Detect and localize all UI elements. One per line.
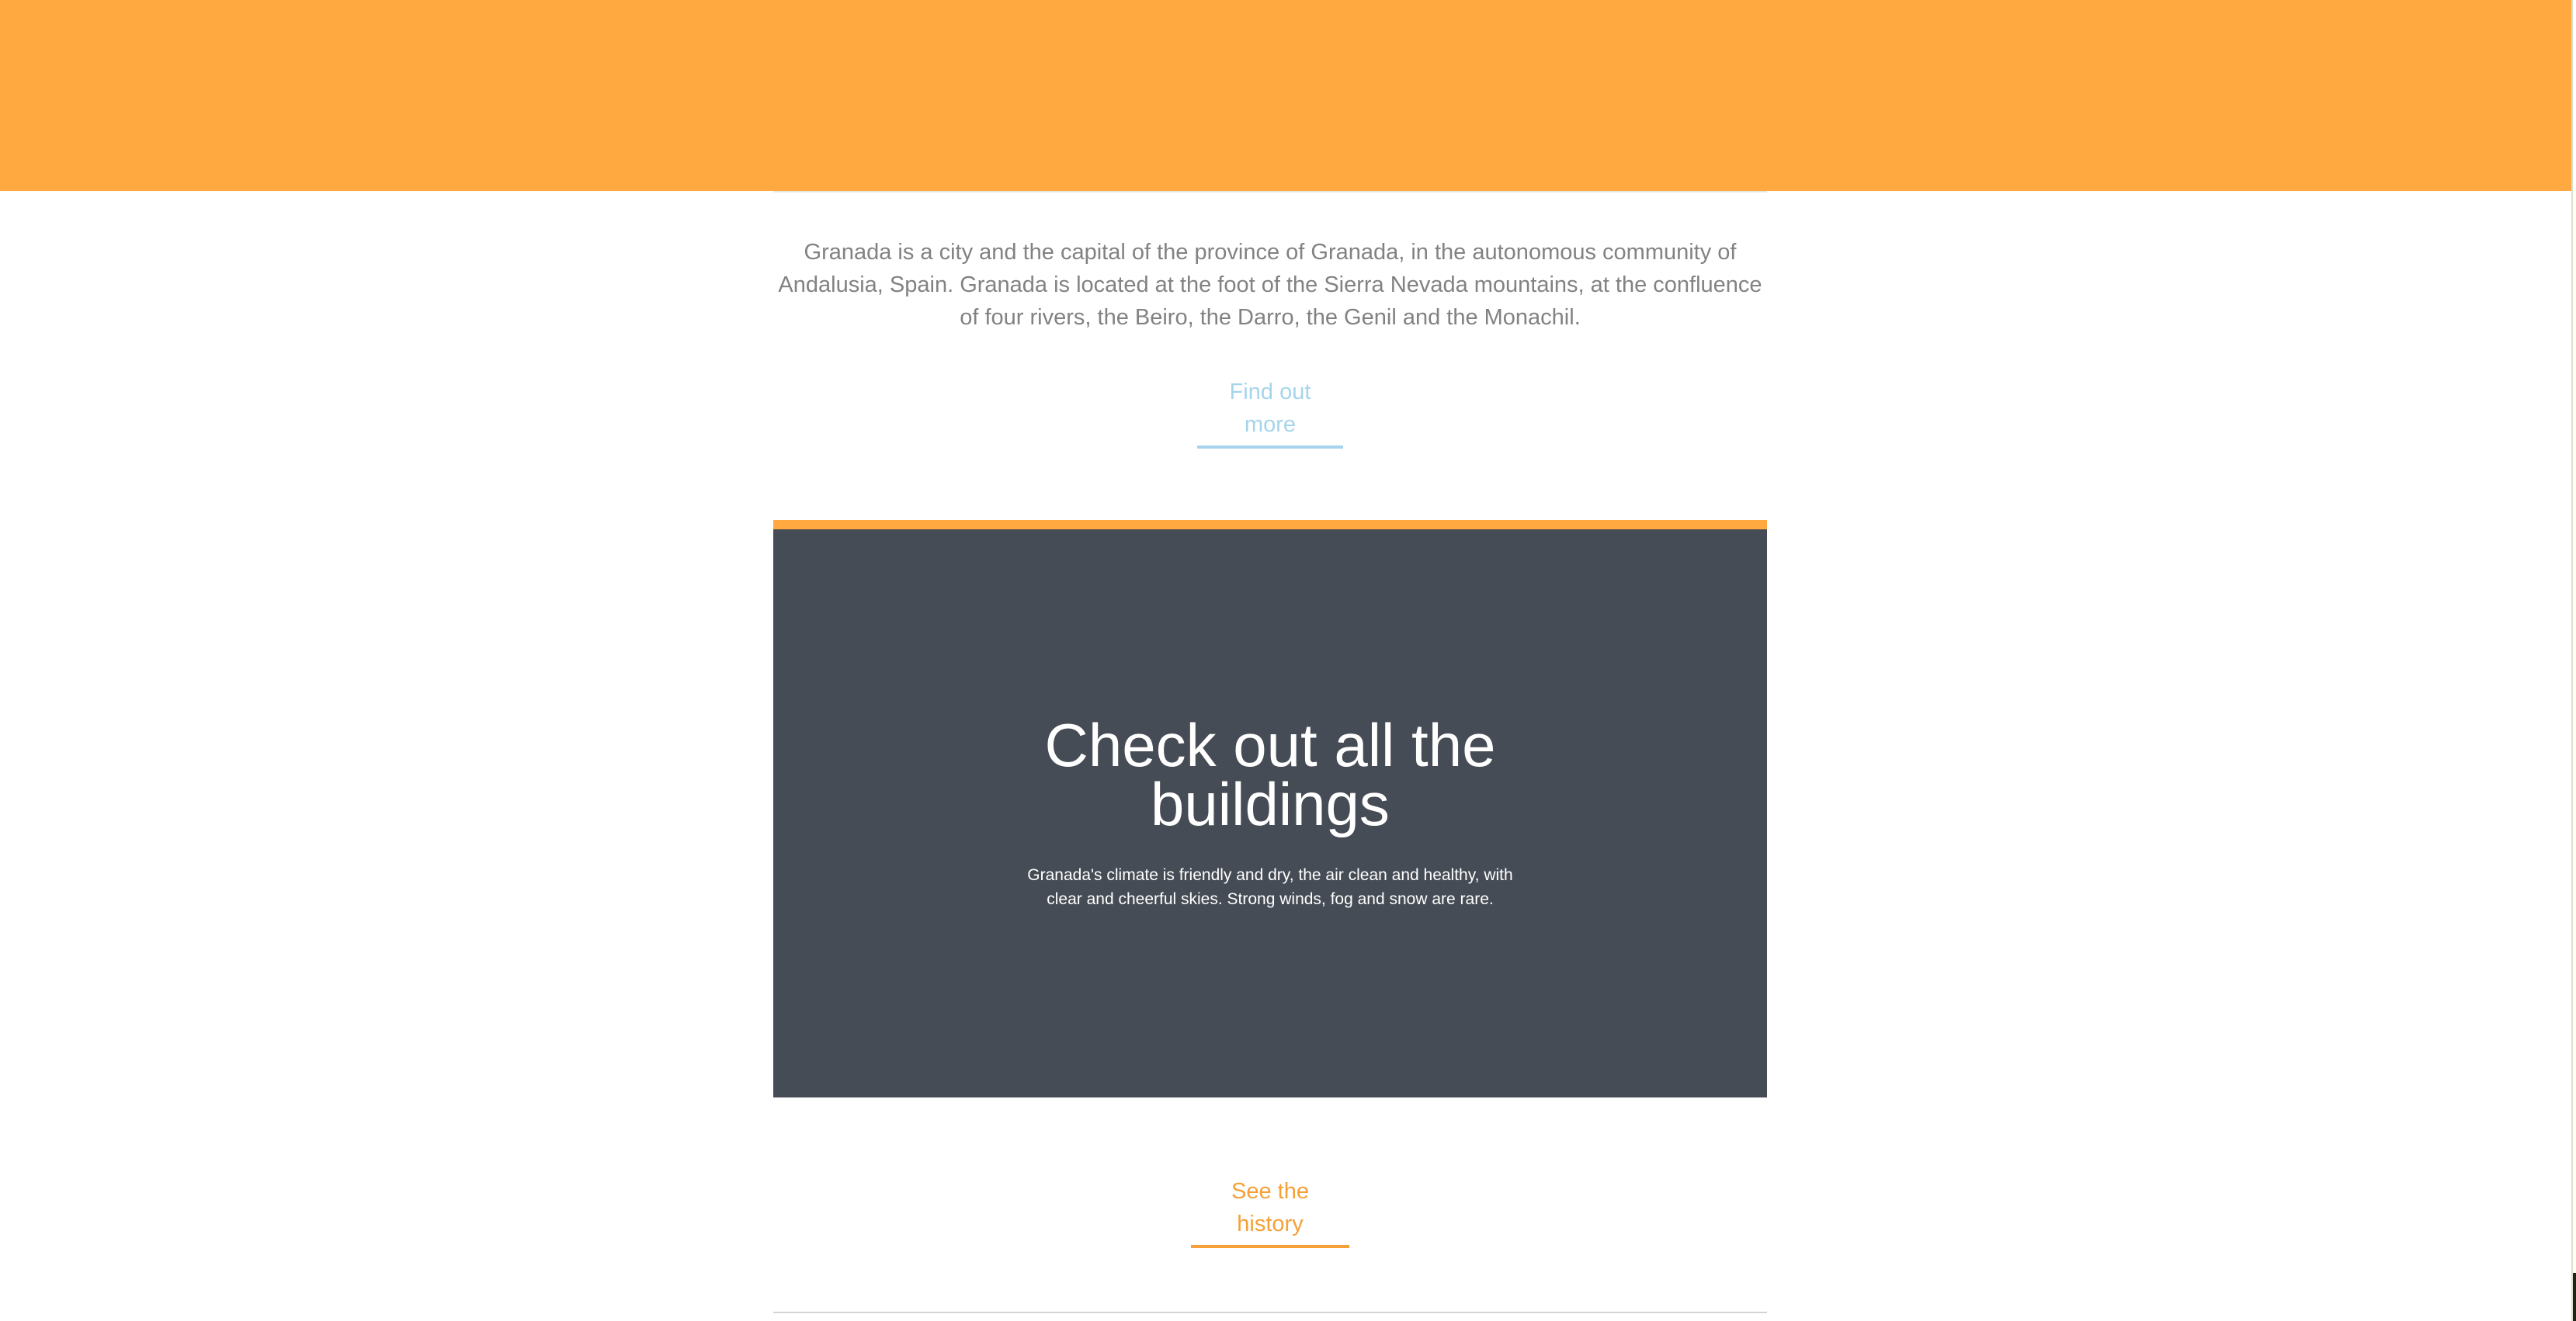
- see-the-history-link[interactable]: See the history: [1191, 1175, 1349, 1248]
- intro-paragraph: Granada is a city and the capital of the…: [778, 240, 1762, 330]
- find-out-more-link[interactable]: Find out more: [1197, 376, 1343, 449]
- header-banner: [0, 0, 2571, 191]
- page: Granada is a city and the capital of the…: [0, 0, 2576, 1321]
- window-edge-corner: [2573, 1273, 2576, 1321]
- feature-description: Granada's climate is friendly and dry, t…: [1027, 866, 1513, 908]
- divider-bottom: [773, 1312, 1767, 1313]
- window-edge: [2571, 0, 2576, 1321]
- feature-title: Check out all the buildings: [1044, 711, 1496, 838]
- buildings-feature-card: Check out all the buildings Granada's cl…: [773, 520, 1767, 1097]
- divider-top: [773, 191, 1767, 192]
